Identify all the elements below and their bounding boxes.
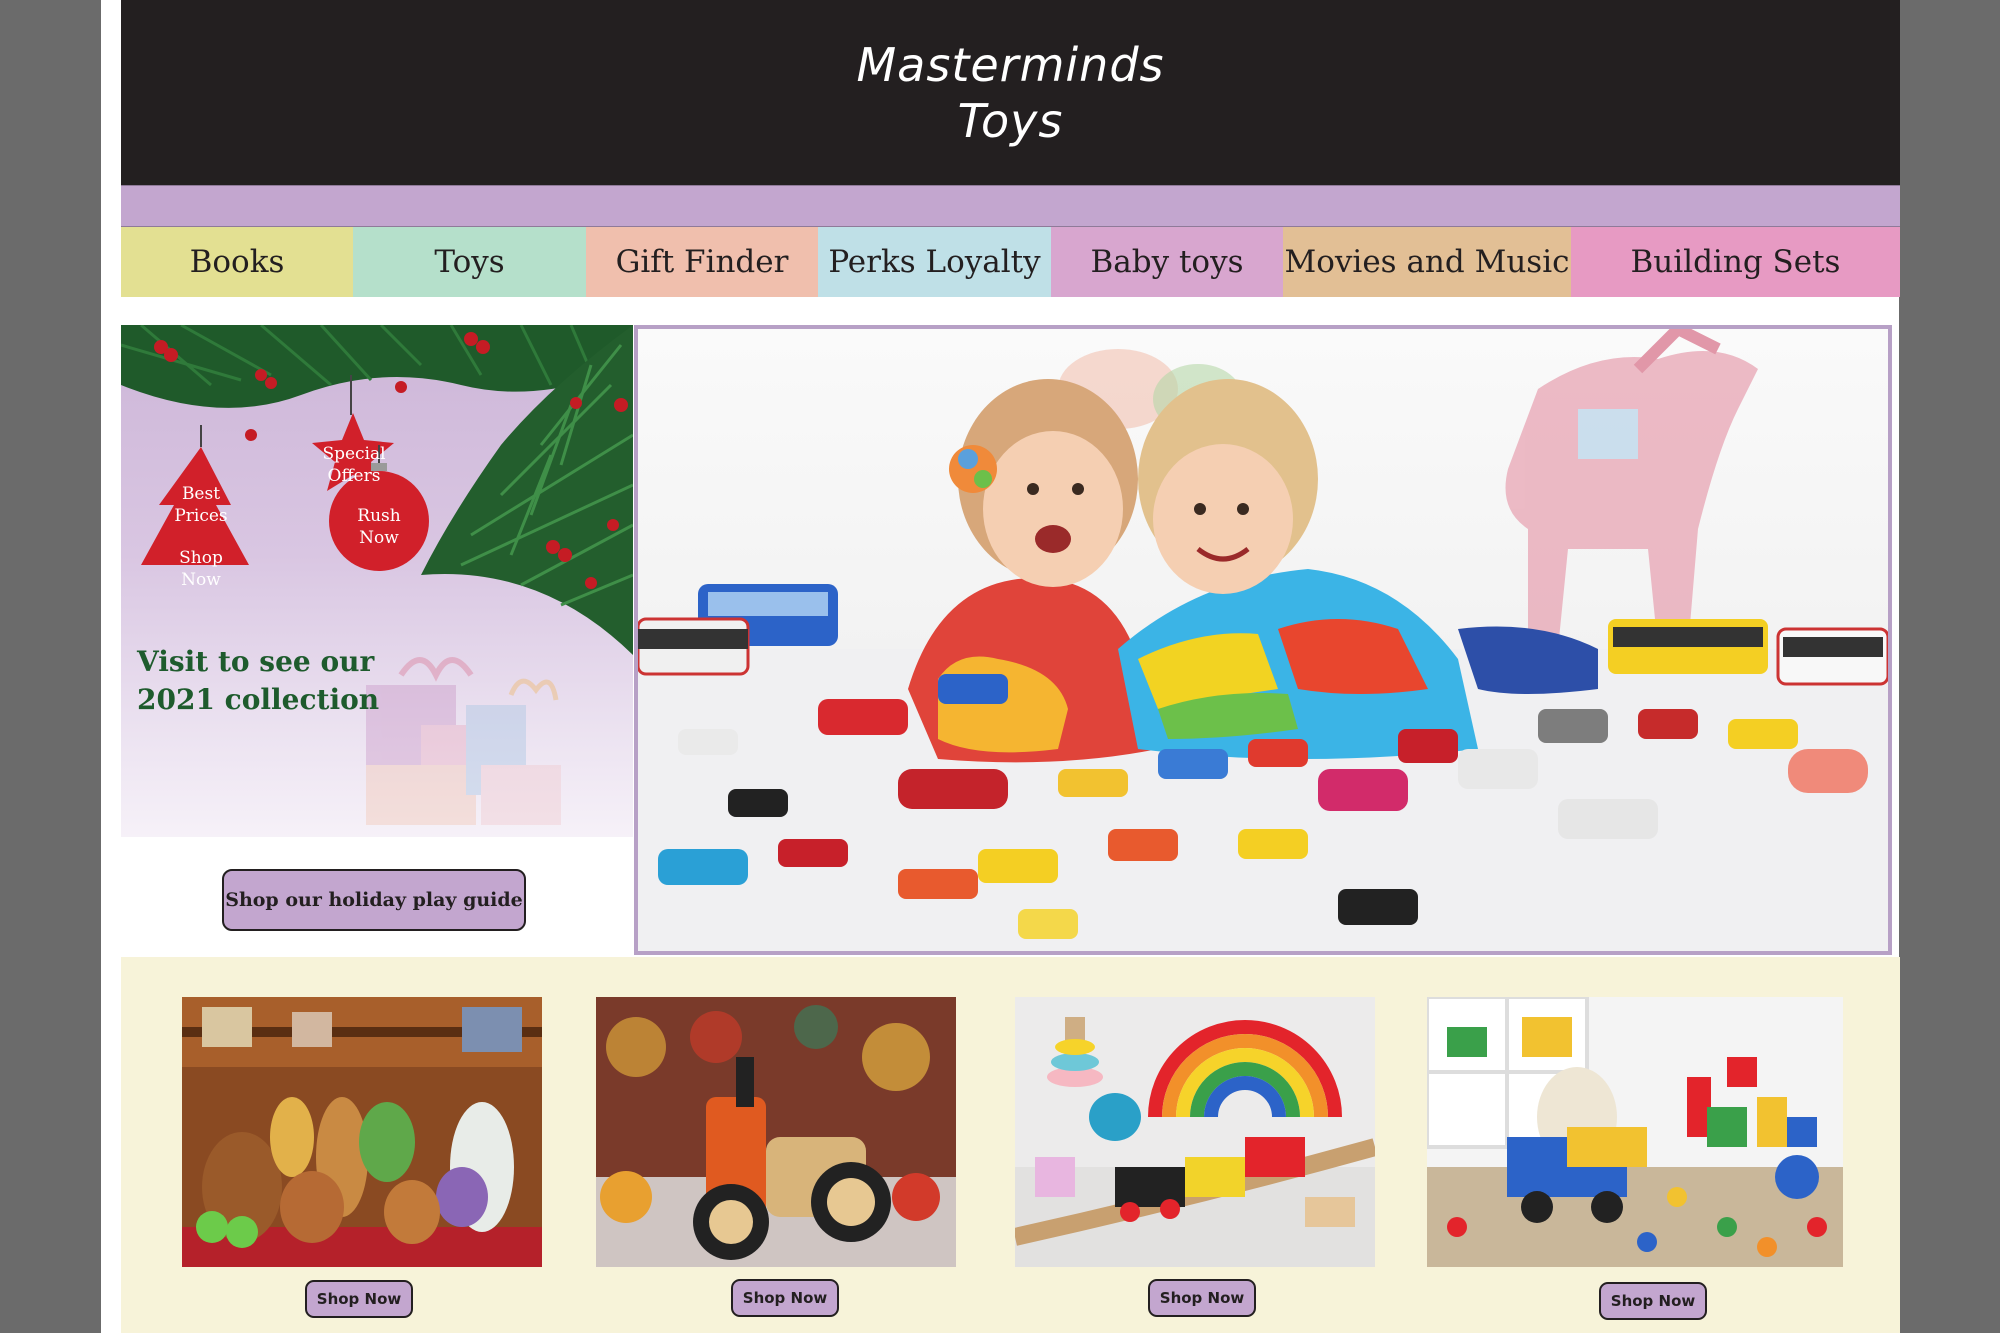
gift-boxes-illustration: [366, 657, 561, 825]
accent-strip: [121, 185, 1900, 227]
collection-headline-line1: Visit to see our: [137, 645, 375, 678]
special-offers-tag[interactable]: Special Offers: [322, 443, 386, 487]
shop-now-button-1[interactable]: Shop Now: [305, 1280, 413, 1318]
nav-item-building-sets[interactable]: Building Sets: [1571, 227, 1900, 297]
site-header: Masterminds Toys: [121, 0, 1900, 185]
shop-now-tag[interactable]: Shop Now: [171, 547, 231, 591]
toy-story-characters-image: [182, 997, 542, 1267]
page: Masterminds Toys Books Toys Gift Finder …: [101, 0, 1900, 1333]
nav-item-movies-and-music[interactable]: Movies and Music: [1283, 227, 1571, 297]
nav-item-baby-toys[interactable]: Baby toys: [1051, 227, 1283, 297]
product-card-wooden-toys[interactable]: [596, 997, 956, 1267]
nav-item-gift-finder[interactable]: Gift Finder: [586, 227, 818, 297]
brand-name-line1[interactable]: Masterminds: [856, 37, 1164, 93]
main-nav: Books Toys Gift Finder Perks Loyalty Bab…: [121, 227, 1900, 297]
product-card-toy-train[interactable]: [1015, 997, 1375, 1267]
toy-room-image: [1427, 997, 1843, 1267]
shop-now-button-2[interactable]: Shop Now: [731, 1279, 839, 1317]
product-card-toy-room[interactable]: [1427, 997, 1843, 1267]
shop-now-button-3[interactable]: Shop Now: [1148, 1279, 1256, 1317]
nav-item-books[interactable]: Books: [121, 227, 353, 297]
rush-now-tag[interactable]: Rush Now: [349, 505, 409, 549]
best-prices-tag[interactable]: Best Prices: [171, 483, 231, 527]
holiday-play-guide-button[interactable]: Shop our holiday play guide: [222, 869, 526, 931]
collection-headline: Visit to see our 2021 collection: [137, 643, 379, 719]
nav-item-toys[interactable]: Toys: [353, 227, 586, 297]
shop-now-button-4[interactable]: Shop Now: [1599, 1282, 1707, 1320]
nav-item-perks-loyalty[interactable]: Perks Loyalty: [818, 227, 1051, 297]
featured-products-section: Shop Now Shop Now Shop Now Shop Now: [121, 957, 1900, 1333]
holiday-promo-banner[interactable]: Special Offers Best Prices Shop Now Rush…: [121, 325, 633, 837]
product-card-toy-story[interactable]: [182, 997, 542, 1267]
wooden-toys-image: [596, 997, 956, 1267]
kids-with-toy-cars-photo: [638, 329, 1888, 951]
hero-image-kids-playing[interactable]: [634, 325, 1892, 955]
toy-train-image: [1015, 997, 1375, 1267]
collection-headline-line2: 2021 collection: [137, 683, 380, 716]
brand-name-line2[interactable]: Toys: [958, 93, 1064, 149]
